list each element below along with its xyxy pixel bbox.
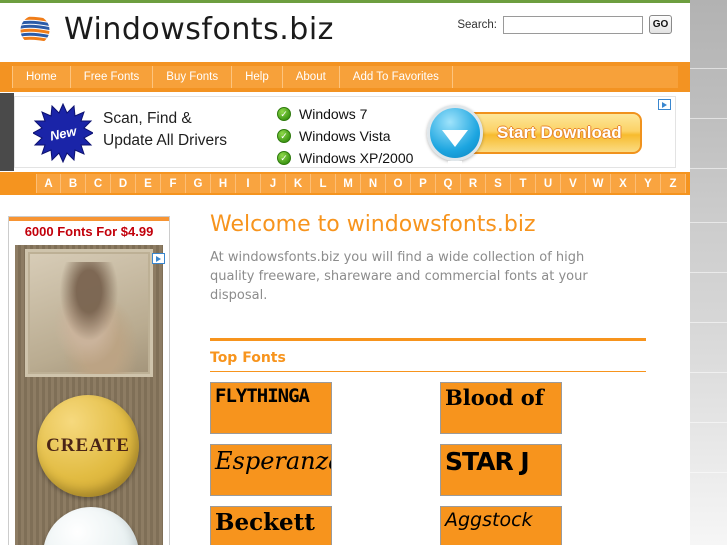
adchoices-icon[interactable] (152, 253, 165, 264)
alphabet-item-t[interactable]: T (511, 174, 536, 193)
banner-os-item: ✓ Windows Vista (277, 126, 413, 146)
alphabet-item-r[interactable]: R (461, 174, 486, 193)
sidebar-ad-image: CREATE FREE (15, 245, 163, 545)
nav-item-about[interactable]: About (282, 66, 340, 88)
alphabet-item-g[interactable]: G (186, 174, 211, 193)
alphabet-item-c[interactable]: C (86, 174, 111, 193)
alphabet-item-i[interactable]: I (236, 174, 261, 193)
banner-os-label: Windows XP/2000 (299, 150, 414, 166)
check-icon: ✓ (277, 107, 291, 121)
banner-headline-line1: Scan, Find & (103, 110, 192, 127)
alphabet-item-m[interactable]: M (336, 174, 361, 193)
free-badge: FREE (43, 507, 139, 545)
banner-os-label: Windows 7 (299, 106, 368, 122)
alphabet-item-f[interactable]: F (161, 174, 186, 193)
new-badge-label: New (48, 122, 78, 144)
top-fonts-grid: FLYTHINGA Blood of Esperanza STAR J Beckett A… (210, 381, 646, 545)
font-preview-tile[interactable]: Blood of (440, 381, 562, 434)
nav-item-free-fonts[interactable]: Free Fonts (70, 66, 154, 88)
font-preview-text: Blood of (445, 384, 544, 410)
banner-cta-group[interactable]: Start Download (427, 105, 642, 167)
banner-headline-line2: Update All Drivers (103, 132, 228, 150)
site-logo[interactable]: Windowsfonts.biz (18, 12, 334, 47)
alphabet-items: ABCDEFGHIJKLMNOPQRSTUVWXYZ (36, 174, 686, 193)
alphabet-item-v[interactable]: V (561, 174, 586, 193)
sidebar-ad[interactable]: 6000 Fonts For $4.99 CREATE FREE (8, 216, 170, 545)
alphabet-item-q[interactable]: Q (436, 174, 461, 193)
alphabet-navigation: ABCDEFGHIJKLMNOPQRSTUVWXYZ (0, 172, 690, 195)
banner-ad[interactable]: New Scan, Find & Update All Drivers ✓ Wi… (14, 96, 676, 168)
alphabet-item-o[interactable]: O (386, 174, 411, 193)
search-input[interactable] (503, 15, 643, 34)
search-area: Search: GO (457, 15, 672, 34)
banner-ad-region: New Scan, Find & Update All Drivers ✓ Wi… (0, 92, 690, 171)
alphabet-item-a[interactable]: A (36, 174, 61, 193)
sidebar-ad-title: 6000 Fonts For $4.99 (9, 221, 169, 243)
alphabet-item-u[interactable]: U (536, 174, 561, 193)
site-header: Windowsfonts.biz Search: GO (0, 3, 690, 62)
content-area: 6000 Fonts For $4.99 CREATE FREE Welcome… (0, 195, 690, 545)
globe-icon (18, 12, 52, 47)
alphabet-item-k[interactable]: K (286, 174, 311, 193)
alphabet-item-s[interactable]: S (486, 174, 511, 193)
font-preview-text: Aggstock (445, 508, 533, 531)
font-preview-tile[interactable]: FLYTHINGA (210, 381, 332, 434)
banner-os-label: Windows Vista (299, 128, 391, 144)
banner-os-list: ✓ Windows 7 ✓ Windows Vista ✓ Windows XP… (277, 104, 414, 167)
search-label: Search: (457, 18, 497, 31)
start-download-button[interactable]: Start Download (465, 112, 642, 154)
alphabet-item-y[interactable]: Y (636, 174, 661, 193)
top-fonts-heading: Top Fonts (210, 349, 286, 366)
page-edge-gradient (690, 0, 727, 545)
alphabet-item-d[interactable]: D (111, 174, 136, 193)
download-arrow-icon (427, 105, 483, 167)
font-preview-tile[interactable]: Aggstock (440, 505, 562, 545)
banner-os-item: ✓ Windows XP/2000 (277, 148, 414, 167)
nav-item-home[interactable]: Home (12, 66, 71, 88)
font-preview-text: Beckett (215, 508, 315, 536)
font-preview-tile[interactable]: Esperanza (210, 443, 332, 496)
vintage-portrait-image (25, 249, 153, 377)
banner-left-edge (0, 93, 14, 171)
main-navigation: Home Free Fonts Buy Fonts Help About Add… (0, 62, 690, 92)
alphabet-item-w[interactable]: W (586, 174, 611, 193)
font-preview-text: STAR J (445, 446, 530, 476)
alphabet-item-e[interactable]: E (136, 174, 161, 193)
nav-items: Home Free Fonts Buy Fonts Help About Add… (12, 66, 453, 88)
adchoices-icon[interactable] (658, 99, 671, 110)
font-preview-tile[interactable]: STAR J (440, 443, 562, 496)
new-starburst-icon: New (31, 102, 95, 164)
alphabet-item-l[interactable]: L (311, 174, 336, 193)
check-icon: ✓ (277, 129, 291, 143)
section-divider (210, 337, 646, 341)
site-title: Windowsfonts.biz (64, 12, 334, 47)
nav-item-add-to-favorites[interactable]: Add To Favorites (339, 66, 453, 88)
alphabet-item-j[interactable]: J (261, 174, 286, 193)
alphabet-item-b[interactable]: B (61, 174, 86, 193)
main-column: Welcome to windowsfonts.biz At windowsfo… (210, 212, 646, 545)
alphabet-item-p[interactable]: P (411, 174, 436, 193)
alphabet-item-n[interactable]: N (361, 174, 386, 193)
page-title: Welcome to windowsfonts.biz (210, 212, 536, 237)
alphabet-item-x[interactable]: X (611, 174, 636, 193)
welcome-paragraph: At windowsfonts.biz you will find a wide… (210, 250, 588, 303)
font-preview-text: Esperanza (215, 446, 332, 475)
nav-item-help[interactable]: Help (232, 66, 283, 88)
banner-os-item: ✓ Windows 7 (277, 104, 413, 124)
create-badge-label: CREATE (46, 435, 130, 456)
nav-item-buy-fonts[interactable]: Buy Fonts (153, 66, 233, 88)
search-go-button[interactable]: GO (649, 15, 672, 34)
create-badge: CREATE (37, 395, 139, 497)
check-icon: ✓ (277, 151, 291, 165)
section-thin-rule (210, 370, 646, 372)
page-root: Windowsfonts.biz Search: GO Home Free Fo… (0, 0, 727, 545)
font-preview-tile[interactable]: Beckett (210, 505, 332, 545)
alphabet-item-h[interactable]: H (211, 174, 236, 193)
banner-headline: Scan, Find & Update All Drivers (103, 108, 227, 153)
font-preview-text: FLYTHINGA (215, 384, 310, 407)
alphabet-item-z[interactable]: Z (661, 174, 686, 193)
